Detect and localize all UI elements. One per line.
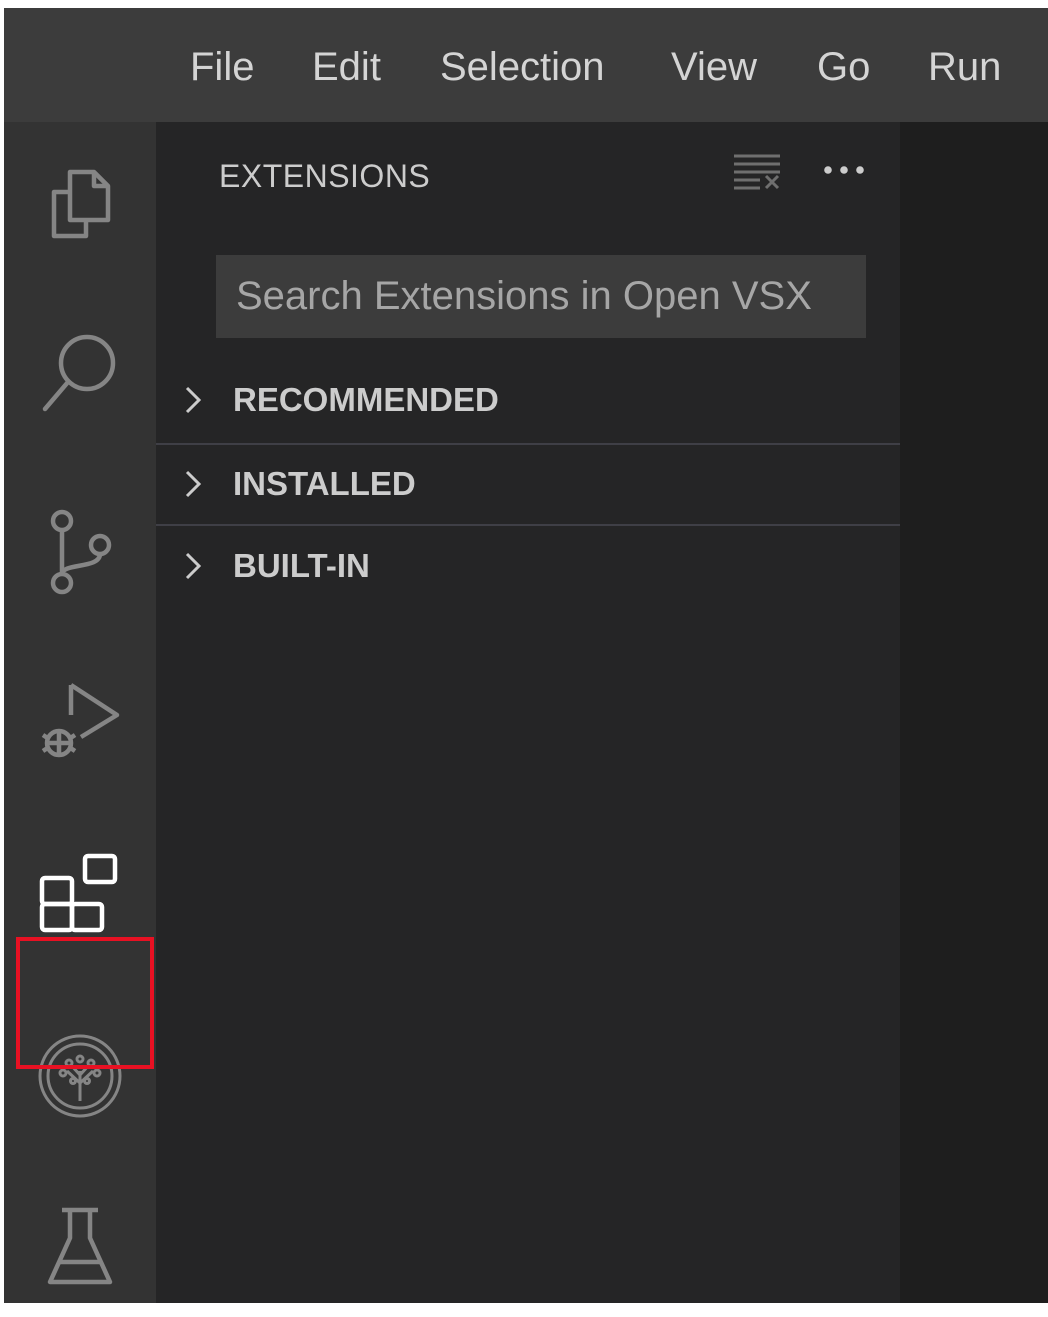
section-label: INSTALLED (233, 465, 416, 502)
activity-extensions[interactable] (4, 823, 156, 963)
chevron-right-icon (185, 552, 202, 580)
menu-go[interactable]: Go (817, 44, 870, 90)
menu-run[interactable]: Run (928, 44, 1001, 90)
tree-circle-icon (38, 1034, 122, 1118)
beaker-icon (47, 1207, 113, 1285)
chevron-right-icon (185, 386, 202, 414)
activity-run-debug[interactable] (4, 652, 156, 792)
source-control-icon (50, 509, 112, 595)
extensions-sidebar: EXTENSIONS RECOMMENDED (156, 122, 900, 1303)
section-installed[interactable]: INSTALLED (156, 444, 900, 524)
menu-bar: File Edit Selection View Go Run (4, 8, 1048, 122)
activity-testing[interactable] (4, 1177, 156, 1317)
sidebar-title-actions (732, 150, 866, 190)
section-label: BUILT-IN (233, 547, 370, 584)
editor-area (900, 122, 1048, 1303)
activity-source-control[interactable] (4, 482, 156, 622)
extension-search-box (216, 254, 866, 339)
ellipsis-icon (824, 166, 864, 174)
menu-selection[interactable]: Selection (440, 44, 605, 90)
extensions-icon (39, 853, 118, 933)
app-window: File Edit Selection View Go Run EXTENSIO… (4, 8, 1048, 1303)
section-label: RECOMMENDED (233, 381, 499, 418)
run-debug-icon (41, 683, 120, 758)
activity-tree-view[interactable] (4, 1006, 156, 1146)
clear-all-icon (734, 154, 780, 190)
menu-file[interactable]: File (190, 44, 254, 90)
sidebar-title: EXTENSIONS (219, 158, 431, 194)
activity-explorer[interactable] (4, 132, 156, 272)
section-built-in[interactable]: BUILT-IN (156, 526, 900, 606)
files-icon (51, 169, 111, 239)
menu-view[interactable]: View (671, 44, 757, 90)
more-actions-button[interactable] (822, 164, 866, 176)
chevron-right-icon (185, 470, 202, 498)
activity-search[interactable] (4, 302, 156, 442)
extension-search-input[interactable] (234, 254, 866, 339)
clear-search-button[interactable] (732, 150, 782, 190)
section-recommended[interactable]: RECOMMENDED (156, 360, 900, 440)
menu-edit[interactable]: Edit (312, 44, 381, 90)
activity-bar (4, 122, 156, 1303)
search-icon (42, 334, 116, 412)
